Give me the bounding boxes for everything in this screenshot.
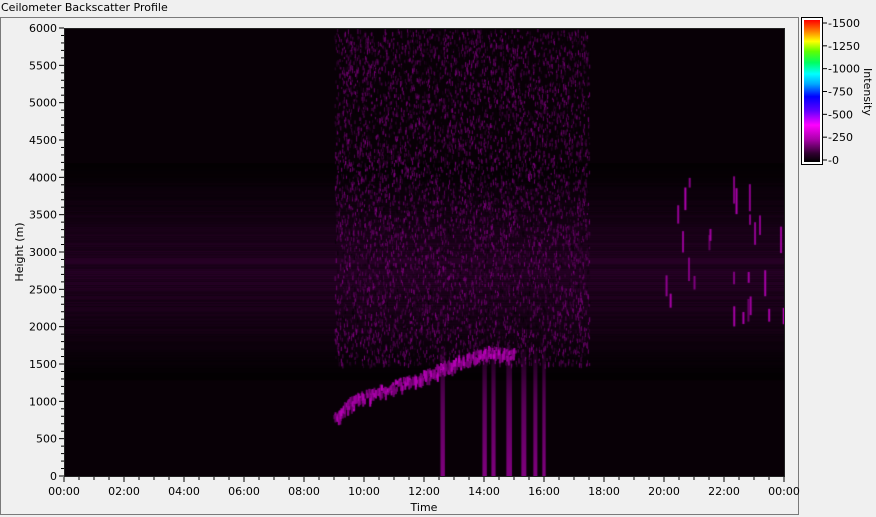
colorbar-tick-label: -0 bbox=[828, 154, 839, 167]
colorbar-tick-label: -1000 bbox=[828, 63, 860, 76]
y-tick-label: 1500 bbox=[29, 358, 57, 371]
colorbar bbox=[801, 17, 823, 165]
x-tick-label: 16:00 bbox=[528, 485, 560, 498]
x-tick-label: 06:00 bbox=[228, 485, 260, 498]
y-axis: 0 500 1000 1500 2000 2500 3000 3500 4000 4500 5000… bbox=[29, 22, 64, 483]
colorbar-label: Intensity bbox=[861, 68, 874, 116]
y-tick-label: 3500 bbox=[29, 209, 57, 222]
x-tick-label: 18:00 bbox=[588, 485, 620, 498]
y-tick-label: 4000 bbox=[29, 171, 57, 184]
y-tick-label: 5500 bbox=[29, 59, 57, 72]
colorbar-tick-label: -750 bbox=[828, 86, 853, 99]
colorbar-tick-label: -250 bbox=[828, 131, 853, 144]
colorbar-tick-label: -1500 bbox=[828, 17, 860, 30]
x-tick-label: 00:00 bbox=[48, 485, 80, 498]
x-tick-label: 08:00 bbox=[288, 485, 320, 498]
y-tick-label: 1000 bbox=[29, 395, 57, 408]
plot-area[interactable] bbox=[64, 28, 785, 477]
x-tick-label: 22:00 bbox=[708, 485, 740, 498]
x-tick-label: 12:00 bbox=[408, 485, 440, 498]
x-tick-label: 00:00 bbox=[768, 485, 800, 498]
y-tick-label: 500 bbox=[36, 433, 57, 446]
x-tick-label: 14:00 bbox=[468, 485, 500, 498]
backscatter-heatmap bbox=[65, 29, 784, 476]
x-tick-label: 02:00 bbox=[108, 485, 140, 498]
colorbar-ticks: -1500 -1250 -1000 -750 -500 -250 -0 bbox=[823, 17, 860, 167]
colorbar-gradient bbox=[804, 20, 820, 162]
y-tick-label: 5000 bbox=[29, 97, 57, 110]
y-tick-label: 2000 bbox=[29, 321, 57, 334]
colorbar-tick-label: -500 bbox=[828, 108, 853, 121]
colorbar-tick-label: -1250 bbox=[828, 40, 860, 53]
y-tick-label: 2500 bbox=[29, 283, 57, 296]
y-tick-label: 3000 bbox=[29, 246, 57, 259]
y-axis-label: Height (m) bbox=[13, 222, 26, 281]
x-tick-label: 04:00 bbox=[168, 485, 200, 498]
y-tick-label: 0 bbox=[50, 470, 57, 483]
x-tick-label: 10:00 bbox=[348, 485, 380, 498]
y-tick-label: 4500 bbox=[29, 134, 57, 147]
x-tick-label: 20:00 bbox=[648, 485, 680, 498]
y-tick-label: 6000 bbox=[29, 22, 57, 35]
x-axis-label: Time bbox=[410, 501, 438, 514]
x-axis: 00:00 02:00 04:00 06:00 08:00 10:00 12:00 14:00… bbox=[48, 477, 800, 498]
